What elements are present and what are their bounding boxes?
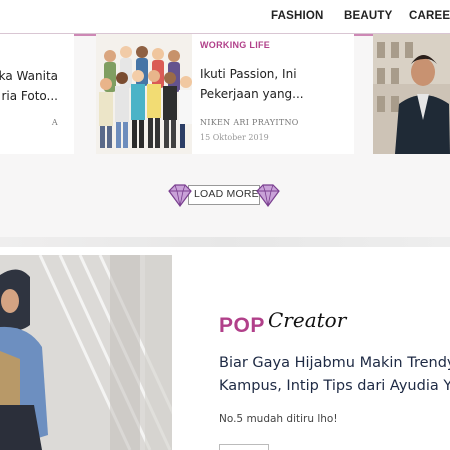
top-navigation: FASHION BEAUTY CAREER [0, 0, 450, 36]
section-divider [0, 237, 450, 247]
feature-subtitle: No.5 mudah ditiru lho! [219, 413, 338, 425]
diamond-icon [256, 184, 280, 208]
article-title-line-1[interactable]: Ikuti Passion, Ini [200, 64, 304, 84]
feature-title-line-1[interactable]: Biar Gaya Hijabmu Makin Trendy [219, 352, 450, 375]
logo-creator: Creator [268, 308, 347, 332]
article-card-working-life[interactable]: WORKING LIFE Ikuti Passion, Ini Pekerjaa… [96, 34, 354, 154]
left-card-author: A [51, 118, 58, 127]
feature-read-more-button[interactable] [219, 444, 269, 450]
article-author[interactable]: NIKEN ARI PRAYITNO [200, 118, 299, 127]
man-photo-illustration [373, 34, 450, 154]
nav-beauty[interactable]: BEAUTY [344, 10, 392, 22]
article-illustration-professions [96, 34, 192, 154]
article-carousel: ka Wanita ria Foto... A WORKING LIFE Iku… [0, 34, 450, 158]
load-more-button[interactable]: LOAD MORE [166, 182, 282, 208]
left-card-title-2[interactable]: ria Foto... [0, 86, 58, 106]
pop-creator-logo: POP Creator [219, 308, 359, 342]
article-category[interactable]: WORKING LIFE [200, 40, 270, 50]
hijab-woman-photo [0, 255, 172, 450]
left-card-title-1[interactable]: ka Wanita [0, 66, 58, 86]
article-title-line-2[interactable]: Pekerjaan yang... [200, 84, 304, 104]
feature-title-line-2[interactable]: Kampus, Intip Tips dari Ayudia Yu [219, 375, 450, 398]
article-card-left[interactable]: ka Wanita ria Foto... A [0, 34, 74, 154]
article-date: 15 Oktober 2019 [200, 133, 269, 142]
feature-title[interactable]: Biar Gaya Hijabmu Makin Trendy Kampus, I… [219, 352, 450, 398]
article-photo-man [373, 34, 450, 154]
diamond-icon [168, 184, 192, 208]
professions-illustration [96, 34, 192, 154]
article-card-right[interactable] [373, 34, 450, 154]
logo-pop: POP [219, 314, 265, 337]
nav-fashion[interactable]: FASHION [271, 10, 324, 22]
feature-photo-hijab-woman[interactable] [0, 255, 172, 450]
load-more-label[interactable]: LOAD MORE [194, 188, 259, 200]
left-card-content: ka Wanita ria Foto... A [0, 34, 74, 154]
nav-career[interactable]: CAREER [409, 10, 450, 22]
